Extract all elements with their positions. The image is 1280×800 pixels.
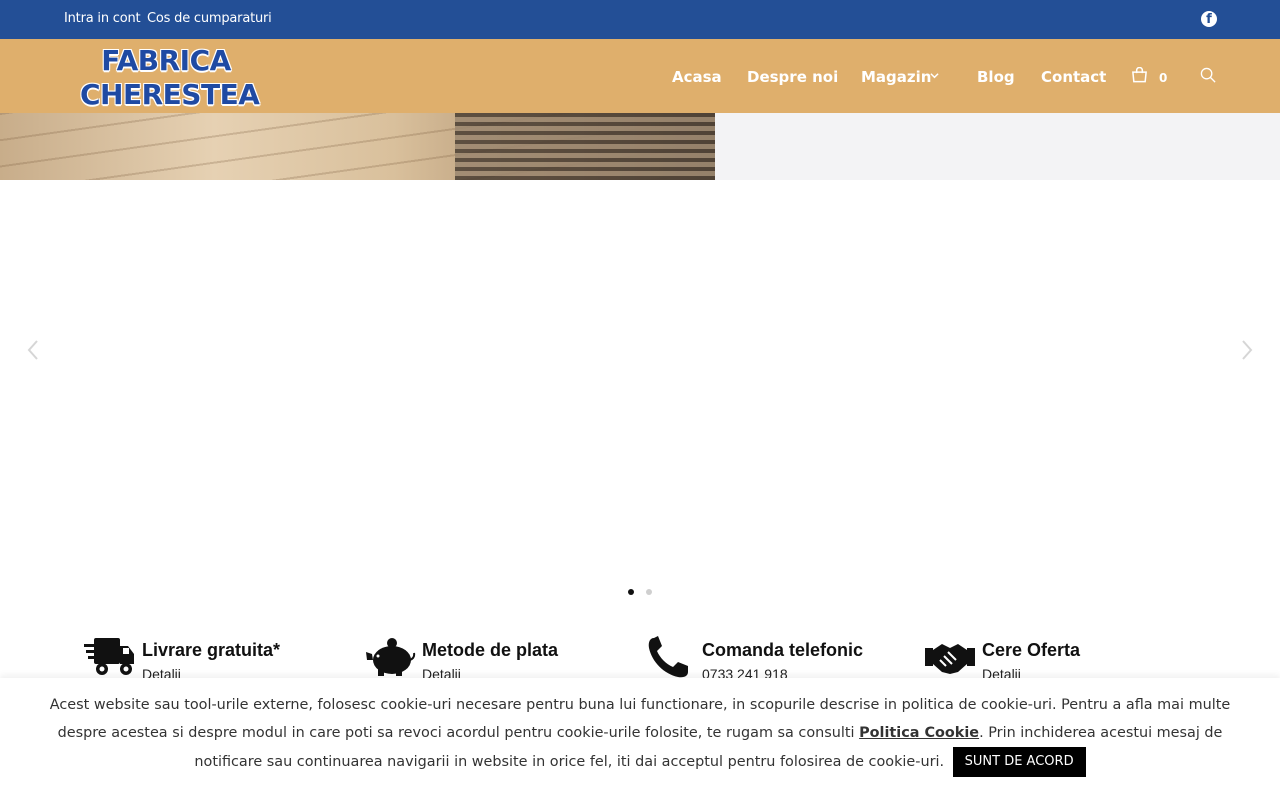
site-logo[interactable]: FABRICA CHERESTEA (80, 44, 260, 112)
facebook-icon[interactable]: f (1201, 11, 1217, 27)
feature-title: Metode de plata (422, 640, 559, 660)
cookie-banner: Acest website sau tool-urile externe, fo… (0, 678, 1280, 800)
site-header: FABRICA CHERESTEA Acasa Despre noi Magaz… (0, 39, 1280, 113)
slider-dot-2[interactable] (646, 589, 652, 595)
feature-payment[interactable]: Metode de plata Detalii (364, 636, 624, 682)
slider-prev-arrow-icon[interactable] (26, 339, 40, 361)
feature-title: Livrare gratuita* (142, 640, 281, 660)
slider-next-arrow-icon[interactable] (1240, 339, 1254, 361)
search-icon[interactable] (1200, 67, 1217, 84)
logo-line-2: CHERESTEA (80, 78, 260, 111)
cookie-accept-button[interactable]: SUNT DE ACORD (952, 747, 1086, 777)
nav-despre-noi[interactable]: Despre noi (747, 68, 838, 86)
account-link[interactable]: Intra in cont (64, 11, 141, 26)
hero-slide (0, 113, 1280, 180)
nav-acasa[interactable]: Acasa (672, 68, 722, 86)
slider-dot-1[interactable] (628, 589, 634, 595)
cookie-policy-link[interactable]: Politica Cookie (859, 725, 979, 741)
nav-blog[interactable]: Blog (977, 68, 1015, 86)
phone-icon (648, 636, 688, 678)
feature-title: Cere Oferta (982, 640, 1081, 660)
cart-count[interactable]: 0 (1159, 71, 1167, 85)
feature-phone-order[interactable]: Comanda telefonic 0733 241 918 (644, 636, 904, 682)
feature-delivery[interactable]: Livrare gratuita* Detalii (84, 636, 344, 682)
logo-line-1: FABRICA (101, 44, 231, 77)
feature-title: Comanda telefonic (702, 640, 864, 660)
nav-magazin[interactable]: Magazin (861, 68, 931, 86)
chevron-down-icon[interactable] (930, 71, 939, 80)
lumber-stack-image (455, 113, 715, 180)
cart-link[interactable]: Cos de cumparaturi (147, 11, 272, 26)
top-bar: Intra in cont Cos de cumparaturi f (0, 0, 1280, 39)
lumber-image (0, 113, 715, 180)
nav-contact[interactable]: Contact (1041, 68, 1106, 86)
handshake-icon (925, 644, 975, 674)
piggy-bank-icon (366, 638, 416, 676)
shopping-bag-icon[interactable] (1131, 67, 1148, 83)
hero-right-panel (715, 113, 1280, 180)
feature-quote[interactable]: Cere Oferta Detalii (924, 636, 1184, 682)
delivery-truck-icon (84, 638, 134, 675)
